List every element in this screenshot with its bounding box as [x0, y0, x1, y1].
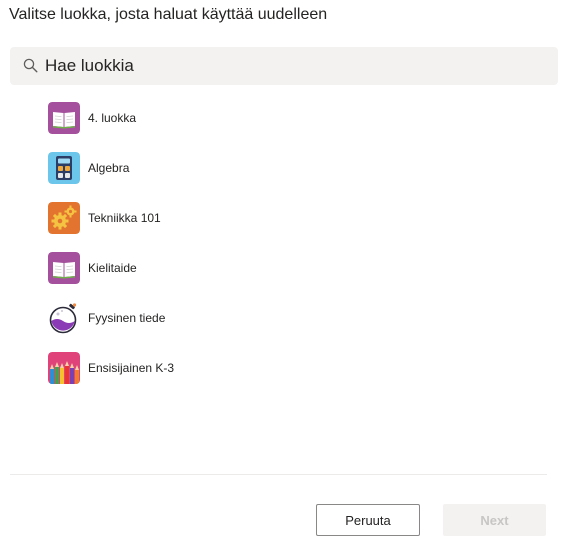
next-button[interactable]: Next [443, 504, 546, 536]
class-label: Fyysinen tiede [88, 311, 166, 325]
reuse-class-dialog: Valitse luokka, josta haluat käyttää uud… [0, 0, 565, 545]
book-icon [48, 252, 80, 284]
search-box[interactable] [10, 47, 558, 85]
calculator-icon [48, 152, 80, 184]
class-label: Kielitaide [88, 261, 137, 275]
class-label: Ensisijainen K-3 [88, 361, 175, 375]
list-item[interactable]: Fyysinen tiede [48, 302, 248, 334]
list-item[interactable]: Tekniikka 101 [48, 202, 248, 234]
gears-icon [48, 202, 80, 234]
class-label: Tekniikka 101 [88, 211, 161, 225]
crayons-icon [48, 352, 80, 384]
class-list: 4. luokka Algebra Tekniikka 101 Kielitai… [48, 102, 248, 402]
search-input[interactable] [44, 47, 544, 85]
book-icon [48, 102, 80, 134]
flask-icon [48, 302, 80, 334]
footer-divider [10, 474, 547, 475]
list-item[interactable]: Ensisijainen K-3 [48, 352, 248, 384]
dialog-title: Valitse luokka, josta haluat käyttää uud… [9, 6, 328, 23]
list-item[interactable]: 4. luokka [48, 102, 248, 134]
search-icon [23, 58, 38, 73]
class-label: 4. luokka [88, 111, 137, 125]
class-label: Algebra [88, 161, 130, 175]
cancel-button[interactable]: Peruuta [316, 504, 420, 536]
list-item[interactable]: Algebra [48, 152, 248, 184]
list-item[interactable]: Kielitaide [48, 252, 248, 284]
